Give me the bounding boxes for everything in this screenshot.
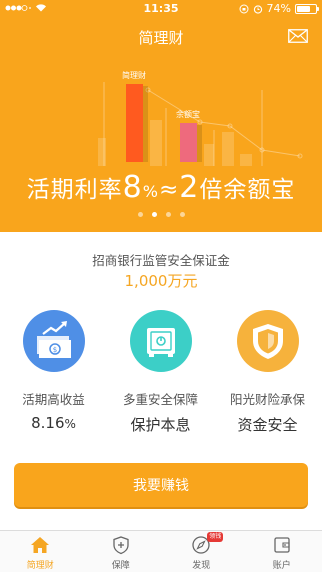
chart-decoration-bars	[98, 120, 252, 166]
chart-bar	[126, 84, 143, 162]
tab-account[interactable]: 账户	[242, 531, 322, 572]
svg-text:$: $	[52, 346, 56, 354]
slogan-prefix: 活期利率	[26, 177, 123, 203]
carousel-dot[interactable]	[151, 212, 157, 217]
page-title: 简理财	[138, 29, 184, 47]
feature-safety[interactable]: 多重安全保障 保护本息	[107, 310, 214, 435]
battery-percent: 74%	[266, 2, 291, 15]
feature-high-yield[interactable]: $ 活期高收益 8.16%	[0, 310, 107, 432]
feature-rate-value: 8.16	[31, 414, 65, 432]
main-content: 招商银行监管安全保证金 1,000万元 $ 活期高收益 8.16% 多重安全保障…	[0, 232, 322, 530]
slogan-approx: ≈	[158, 177, 180, 203]
battery-icon	[295, 3, 319, 14]
tab-discover[interactable]: 领钱 发现	[161, 531, 242, 572]
chart-bar-label: 简理财	[122, 70, 146, 80]
feature-label: 阳光财险承保	[229, 392, 305, 407]
feature-label: 多重安全保障	[122, 392, 198, 407]
money-growth-graphic: $	[36, 321, 71, 358]
feature-value: 资金安全	[237, 416, 298, 434]
money-growth-icon: $	[22, 310, 85, 372]
slogan-multiple: 2	[179, 170, 200, 205]
guarantee-text: 招商银行监管安全保证金	[92, 253, 230, 268]
wallet-icon	[274, 537, 290, 553]
feature-value: 保护本息	[130, 416, 191, 434]
earn-money-button[interactable]: 我要赚钱	[14, 463, 308, 507]
tab-label: 账户	[272, 561, 291, 571]
shield-graphic	[252, 324, 283, 359]
carousel-dot[interactable]	[165, 212, 171, 217]
slogan-rate: 8	[122, 170, 143, 205]
shield-plus-icon	[113, 536, 129, 555]
status-bar: 11:35 74%	[0, 0, 322, 18]
hero-banner[interactable]: 11:35 74% 简理财 简理财 余额宝 活期利率8%≈2倍余额宝	[0, 0, 322, 232]
tab-home[interactable]: 简理财	[0, 531, 81, 572]
tab-bar: 简理财 保障 领钱 发现 账户	[0, 530, 322, 572]
orientation-lock-icon	[239, 4, 249, 13]
status-right: 74%	[239, 2, 319, 15]
slogan-rate-unit: %	[142, 182, 159, 201]
home-icon	[31, 537, 50, 553]
chart-bar	[180, 123, 197, 162]
chart-bar-label: 余额宝	[176, 109, 200, 119]
mail-icon[interactable]	[288, 29, 308, 43]
feature-label: 活期高收益	[22, 392, 85, 407]
slogan-suffix: 倍余额宝	[199, 177, 296, 203]
carousel-dot[interactable]	[137, 212, 143, 217]
tab-label: 发现	[192, 561, 211, 571]
tab-label: 保障	[111, 561, 130, 571]
comparison-chart: 简理财余额宝	[98, 70, 303, 166]
safe-box-graphic	[146, 328, 175, 357]
feature-rate-unit: %	[64, 417, 76, 431]
discover-badge: 领钱	[207, 532, 224, 542]
tab-protection[interactable]: 保障	[81, 531, 162, 572]
guarantee-amount: 1,000万元	[124, 272, 198, 290]
tab-label: 简理财	[26, 561, 54, 571]
feature-list: $ 活期高收益 8.16% 多重安全保障 保护本息 阳光财险承保 资金安全	[0, 310, 322, 440]
chart-bar-shadow	[143, 86, 148, 162]
safe-box-icon	[129, 310, 192, 372]
carousel-indicator[interactable]	[0, 212, 322, 217]
shield-icon	[236, 310, 299, 372]
carousel-dot[interactable]	[179, 212, 185, 217]
feature-value: 8.16%	[0, 414, 107, 432]
battery-level	[297, 5, 311, 12]
chart-bar-shadow	[197, 125, 202, 162]
alarm-icon	[253, 4, 262, 14]
rate-slogan: 活期利率8%≈2倍余额宝	[0, 170, 322, 205]
feature-insurance[interactable]: 阳光财险承保 资金安全	[214, 310, 321, 435]
